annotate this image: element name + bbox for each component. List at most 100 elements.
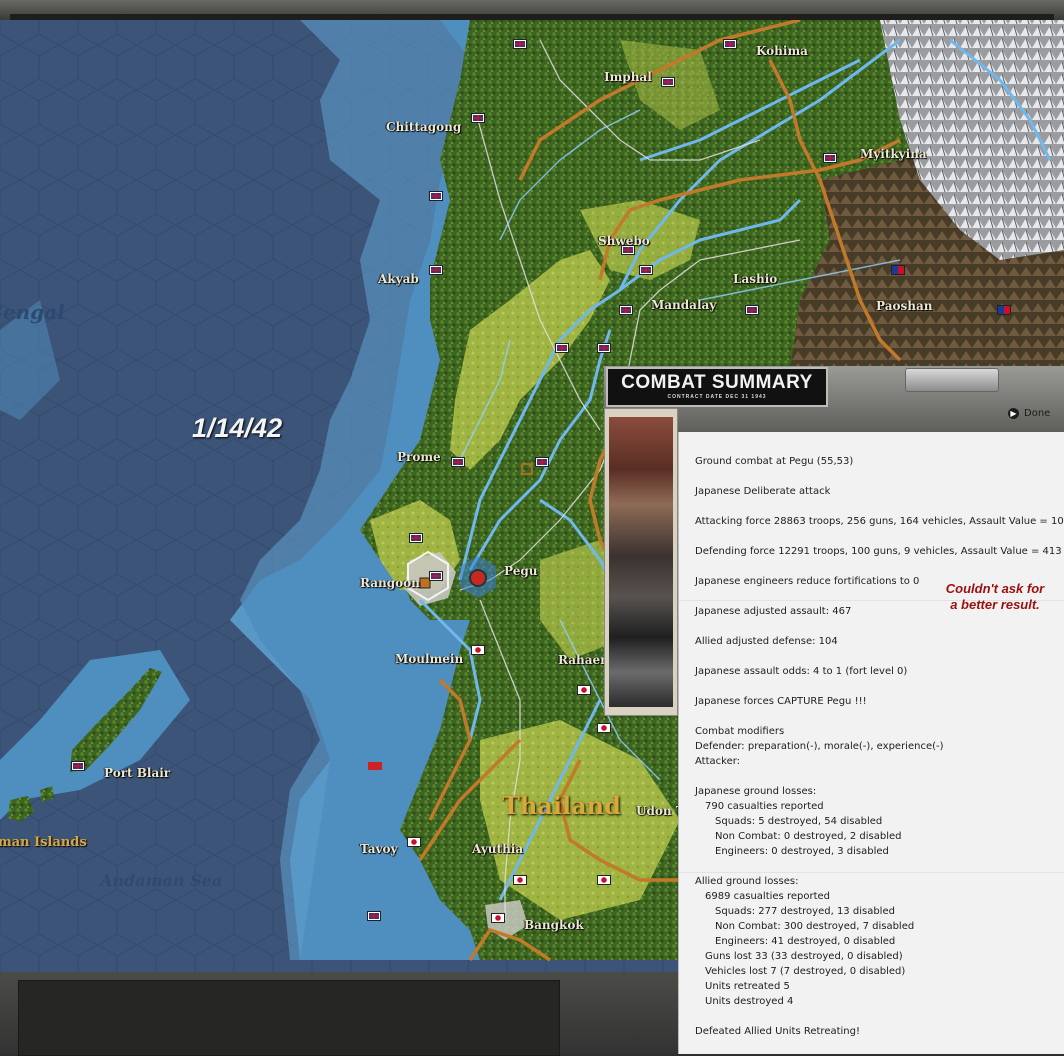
allied-base-flag-icon[interactable] xyxy=(429,191,443,201)
combat-summary-title: COMBAT SUMMARY xyxy=(621,372,813,393)
report-line xyxy=(695,769,1025,784)
report-line: Non Combat: 0 destroyed, 2 disabled xyxy=(715,831,902,842)
allied-base-flag-icon[interactable] xyxy=(513,39,527,49)
allied-base-flag-icon[interactable] xyxy=(429,571,443,581)
report-line xyxy=(695,529,1025,544)
allied-base-flag-icon[interactable] xyxy=(597,343,611,353)
place-label-myitkyina[interactable]: Myitkyina xyxy=(860,147,927,161)
allied-base-flag-icon[interactable] xyxy=(639,265,653,275)
report-line: Ground combat at Pegu (55,53) xyxy=(695,456,854,467)
arrow-icon: ▶ xyxy=(1008,407,1019,419)
top-window-frame xyxy=(0,0,1064,20)
report-line: Non Combat: 300 destroyed, 7 disabled xyxy=(715,921,915,932)
place-label-shwebo[interactable]: Shwebo xyxy=(598,234,650,248)
report-line xyxy=(695,619,1025,634)
place-label-port-blair[interactable]: Port Blair xyxy=(104,766,170,780)
chinese-base-flag-icon[interactable] xyxy=(891,265,905,275)
place-label-mandalay[interactable]: Mandalay xyxy=(651,298,716,312)
japanese-base-flag-icon[interactable] xyxy=(577,685,591,695)
report-line xyxy=(695,1009,1025,1024)
allied-base-flag-icon[interactable] xyxy=(471,113,485,123)
report-line xyxy=(695,709,1025,724)
report-line xyxy=(695,559,1025,574)
combat-report-text: Ground combat at Pegu (55,53) Japanese De… xyxy=(695,454,1064,1039)
done-label: Done xyxy=(1024,407,1051,419)
report-line: Units retreated 5 xyxy=(705,981,790,992)
report-line xyxy=(695,859,1025,874)
place-label-paoshan[interactable]: Paoshan xyxy=(876,299,932,313)
allied-base-flag-icon[interactable] xyxy=(429,265,443,275)
sea-label-bengal: Bengal xyxy=(0,300,65,324)
place-label-chittagong[interactable]: Chittagong xyxy=(386,120,461,134)
info-panel-well xyxy=(18,980,560,1056)
report-line: Squads: 277 destroyed, 13 disabled xyxy=(715,906,895,917)
allied-base-flag-icon[interactable] xyxy=(661,77,675,87)
advisor-comment-line2: a better result. xyxy=(950,597,1040,612)
place-label-lashio[interactable]: Lashio xyxy=(733,272,777,286)
contract-date: CONTRACT DATE DEC 31 1943 xyxy=(667,394,767,400)
allied-base-flag-icon[interactable] xyxy=(555,343,569,353)
allied-base-flag-icon[interactable] xyxy=(409,533,423,543)
report-line: Engineers: 41 destroyed, 0 disabled xyxy=(715,936,896,947)
place-label-akyab[interactable]: Akyab xyxy=(378,272,419,286)
report-line: Attacking force 28863 troops, 256 guns, … xyxy=(695,516,1064,527)
region-label-andaman-islands: man Islands xyxy=(0,835,87,850)
report-line xyxy=(695,649,1025,664)
report-line: Japanese forces CAPTURE Pegu !!! xyxy=(695,696,867,707)
allied-base-flag-icon[interactable] xyxy=(619,305,633,315)
japanese-base-flag-icon[interactable] xyxy=(513,875,527,885)
place-label-ayuthia[interactable]: Ayuthia xyxy=(472,842,523,856)
place-label-tavoy[interactable]: Tavoy xyxy=(360,842,398,856)
place-label-rangoon[interactable]: Rangoon xyxy=(360,576,420,590)
report-line: 790 casualties reported xyxy=(705,801,824,812)
report-line: Defender: preparation(-), morale(-), exp… xyxy=(695,741,944,752)
japanese-base-flag-icon[interactable] xyxy=(471,645,485,655)
report-line: Defending force 12291 troops, 100 guns, … xyxy=(695,546,1062,557)
japanese-base-flag-icon[interactable] xyxy=(407,837,421,847)
report-line: Engineers: 0 destroyed, 3 disabled xyxy=(715,846,889,857)
place-label-bangkok[interactable]: Bangkok xyxy=(524,918,584,932)
region-label-thailand: Thailand xyxy=(502,791,621,820)
allied-base-flag-icon[interactable] xyxy=(723,39,737,49)
report-line: Japanese ground losses: xyxy=(695,786,817,797)
allied-base-flag-icon[interactable] xyxy=(745,305,759,315)
done-button[interactable]: ▶ Done xyxy=(1008,404,1050,422)
report-line: Squads: 5 destroyed, 54 disabled xyxy=(715,816,883,827)
combat-summary-title-plate: COMBAT SUMMARY CONTRACT DATE DEC 31 1943 xyxy=(606,367,828,407)
allied-base-flag-icon[interactable] xyxy=(823,153,837,163)
report-line xyxy=(695,469,1025,484)
allied-base-flag-icon[interactable] xyxy=(71,761,85,771)
allied-base-flag-icon[interactable] xyxy=(367,911,381,921)
bottom-info-panel xyxy=(0,972,680,1056)
report-line xyxy=(695,499,1025,514)
report-line: Allied adjusted defense: 104 xyxy=(695,636,838,647)
combat-photo xyxy=(604,408,678,716)
report-line: Japanese Deliberate attack xyxy=(695,486,831,497)
current-date: 1/14/42 xyxy=(192,413,283,443)
place-label-imphal[interactable]: Imphal xyxy=(604,70,652,84)
japanese-base-flag-icon[interactable] xyxy=(491,913,505,923)
advisor-comment-line1: Couldn't ask for xyxy=(945,581,1045,596)
place-label-prome[interactable]: Prome xyxy=(397,450,441,464)
place-label-pegu[interactable]: Pegu xyxy=(504,564,537,578)
report-line: Japanese assault odds: 4 to 1 (fort leve… xyxy=(695,666,908,677)
report-line: Vehicles lost 7 (7 destroyed, 0 disabled… xyxy=(705,966,906,977)
chinese-base-flag-icon[interactable] xyxy=(997,305,1011,315)
report-line: Attacker: xyxy=(695,756,741,767)
allied-base-flag-icon[interactable] xyxy=(451,457,465,467)
japanese-base-flag-icon[interactable] xyxy=(597,875,611,885)
advisor-comment: Couldn't ask for a better result. xyxy=(925,581,1064,613)
place-label-kohima[interactable]: Kohima xyxy=(756,44,808,58)
japanese-base-flag-icon[interactable] xyxy=(597,723,611,733)
report-line: 6989 casualties reported xyxy=(705,891,830,902)
place-label-raheng[interactable]: Rahaen xyxy=(558,653,609,667)
report-line: Allied ground losses: xyxy=(695,876,799,887)
report-line: Defeated Allied Units Retreating! xyxy=(695,1026,860,1037)
allied-base-flag-icon[interactable] xyxy=(535,457,549,467)
sea-label-andaman-sea: Andaman Sea xyxy=(100,871,223,890)
report-line: Units destroyed 4 xyxy=(705,996,794,1007)
clipboard-clip xyxy=(905,368,999,392)
place-label-moulmein[interactable]: Moulmein xyxy=(395,652,463,666)
report-line: Guns lost 33 (33 destroyed, 0 disabled) xyxy=(705,951,903,962)
report-line xyxy=(695,679,1025,694)
